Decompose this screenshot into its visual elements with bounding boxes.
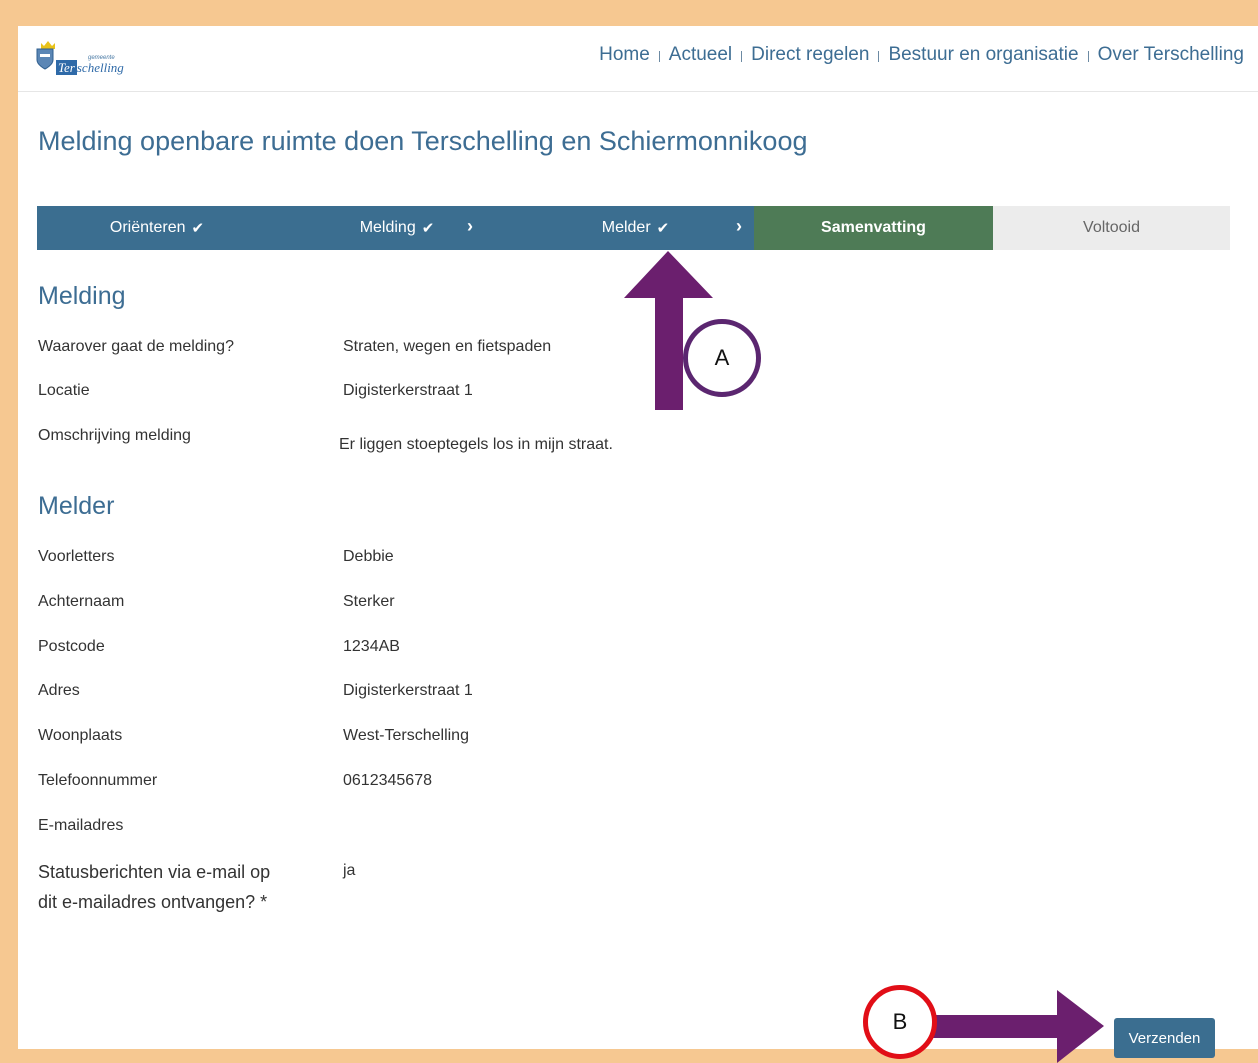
label-statusberichten: Statusberichten via e-mail op dit e-mail… <box>38 857 270 917</box>
step-label: Melding <box>359 219 416 236</box>
nav-home[interactable]: Home <box>599 44 650 66</box>
nav-separator <box>658 50 660 62</box>
value-statusberichten: ja <box>343 862 356 879</box>
shield-icon <box>36 48 54 70</box>
nav-separator <box>878 50 880 62</box>
value-locatie: Digisterkerstraat 1 <box>343 382 473 399</box>
section-title-melder: Melder <box>38 492 115 520</box>
logo-rest: schelling <box>76 60 124 75</box>
label-onderwerp: Waarover gaat de melding? <box>38 338 234 355</box>
value-voorletters: Debbie <box>343 548 394 565</box>
value-telefoonnummer: 0612345678 <box>343 772 432 789</box>
value-woonplaats: West-Terschelling <box>343 727 469 744</box>
label-voorletters: Voorletters <box>38 548 115 565</box>
step-label: Oriënteren <box>109 219 186 236</box>
annotation-label-a: A <box>683 319 761 397</box>
label-adres: Adres <box>38 682 80 699</box>
page-title: Melding openbare ruimte doen Terschellin… <box>38 126 808 156</box>
logo-wordmark: Ter schelling <box>56 60 124 76</box>
step-label: Voltooid <box>1083 219 1140 236</box>
logo-ter: Ter <box>56 60 77 75</box>
value-omschrijving: Er liggen stoeptegels los in mijn straat… <box>339 436 613 453</box>
verzenden-button[interactable]: Verzenden <box>1114 1018 1215 1058</box>
chevron-right-icon: › <box>736 216 742 236</box>
label-locatie: Locatie <box>38 382 90 399</box>
site-header: gemeente Ter schelling Home Actueel Direc… <box>18 26 1258 92</box>
nav-separator <box>741 50 743 62</box>
terschelling-logo[interactable]: gemeente Ter schelling <box>34 40 144 80</box>
step-melder[interactable]: Melder ✔ › <box>517 206 754 250</box>
step-label: Melder <box>601 219 651 236</box>
step-orienteren[interactable]: Oriënteren ✔ <box>37 206 277 250</box>
progress-steps: Oriënteren ✔ Melding ✔ › Melder ✔ › Same… <box>37 206 1230 250</box>
page-frame: gemeente Ter schelling Home Actueel Direc… <box>18 26 1258 1058</box>
value-adres: Digisterkerstraat 1 <box>343 682 473 699</box>
value-onderwerp: Straten, wegen en fietspaden <box>343 338 552 355</box>
nav-direct-regelen[interactable]: Direct regelen <box>751 44 869 66</box>
nav-actueel[interactable]: Actueel <box>669 44 732 66</box>
label-woonplaats: Woonplaats <box>38 727 123 744</box>
step-samenvatting: Samenvatting <box>754 206 993 250</box>
step-voltooid: Voltooid <box>993 206 1230 250</box>
nav-over-terschelling[interactable]: Over Terschelling <box>1098 44 1244 66</box>
checkmark-icon: ✔ <box>421 220 435 237</box>
nav-separator <box>1087 50 1089 62</box>
label-achternaam: Achternaam <box>38 593 125 610</box>
label-telefoonnummer: Telefoonnummer <box>38 772 158 789</box>
label-emailadres: E-mailadres <box>38 817 124 834</box>
value-postcode: 1234AB <box>343 638 400 655</box>
label-omschrijving: Omschrijving melding <box>38 427 191 444</box>
main-nav: Home Actueel Direct regelen Bestuur en o… <box>599 44 1244 66</box>
label-line: Statusberichten via e-mail op <box>38 862 271 882</box>
checkmark-icon: ✔ <box>656 220 670 237</box>
annotation-label-b: B <box>863 985 937 1059</box>
label-postcode: Postcode <box>38 638 105 655</box>
chevron-right-icon: › <box>467 216 473 236</box>
nav-bestuur[interactable]: Bestuur en organisatie <box>888 44 1078 66</box>
section-title-melding: Melding <box>38 282 126 310</box>
label-line: dit e-mailadres ontvangen? * <box>38 892 268 912</box>
step-melding[interactable]: Melding ✔ › <box>277 206 517 250</box>
checkmark-icon: ✔ <box>191 220 205 237</box>
step-label: Samenvatting <box>821 219 926 236</box>
value-achternaam: Sterker <box>343 593 395 610</box>
